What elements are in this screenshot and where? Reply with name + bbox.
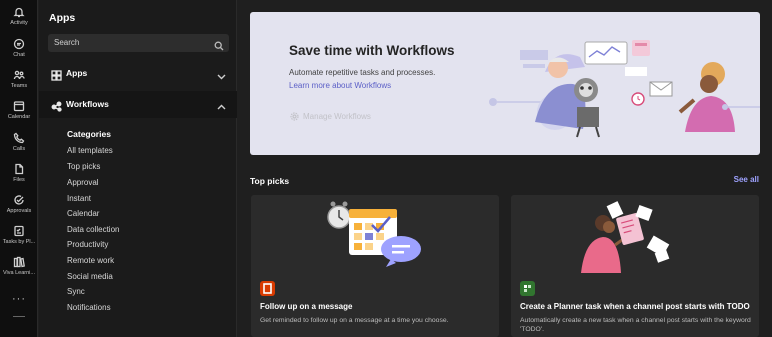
rail-item-calendar[interactable]: Calendar: [0, 100, 38, 130]
card-title: Follow up on a message: [260, 302, 353, 311]
category-instant[interactable]: Instant: [67, 194, 91, 203]
card-description: Automatically create a new task when a c…: [520, 317, 751, 333]
template-card-planner-todo[interactable]: Create a Planner task when a channel pos…: [511, 195, 759, 337]
category-top-picks[interactable]: Top picks: [67, 162, 100, 171]
search-input[interactable]: Search: [48, 34, 229, 52]
manage-workflows-button[interactable]: Manage Workflows: [290, 112, 371, 121]
category-all-templates[interactable]: All templates: [67, 146, 113, 155]
rail-item-tasks[interactable]: Tasks by Pl...: [0, 225, 38, 255]
hero-title: Save time with Workflows: [289, 43, 455, 58]
card-description: Get reminded to follow up on a message a…: [260, 317, 449, 324]
rail-label: Activity: [10, 20, 28, 26]
workflows-hero-banner: Save time with Workflows Automate repeti…: [250, 12, 760, 155]
category-sync[interactable]: Sync: [67, 287, 85, 296]
rail-label: Calls: [12, 146, 26, 152]
category-productivity[interactable]: Productivity: [67, 240, 108, 249]
section-label: Apps: [66, 68, 88, 78]
card-title: Create a Planner task when a channel pos…: [520, 302, 750, 311]
chevron-up-icon: [217, 99, 226, 110]
planner-icon: [520, 281, 535, 296]
category-calendar[interactable]: Calendar: [67, 209, 99, 218]
category-approval[interactable]: Approval: [67, 178, 99, 187]
rail-label: Teams: [10, 83, 28, 89]
section-workflows[interactable]: Workflows: [39, 91, 237, 118]
rail-label: Chat: [13, 52, 25, 58]
rail-label: Viva Learni...: [2, 270, 35, 276]
rail-label: Files: [13, 177, 25, 183]
category-remote-work[interactable]: Remote work: [67, 256, 114, 265]
rail-item-calls[interactable]: Calls: [0, 132, 38, 162]
workflows-icon: [51, 99, 62, 112]
rail-item-viva-learning[interactable]: Viva Learni...: [0, 256, 38, 286]
category-social-media[interactable]: Social media: [67, 272, 113, 281]
more-apps-icon[interactable]: ···: [0, 293, 38, 305]
calendar-icon: [13, 101, 25, 112]
categories-heading: Categories: [67, 129, 111, 139]
bell-icon: [13, 7, 25, 18]
clock-calendar-illustration: [327, 201, 421, 267]
see-all-link[interactable]: See all: [734, 175, 759, 184]
rail-item-approvals[interactable]: Approvals: [0, 194, 38, 224]
file-icon: [15, 163, 24, 175]
apps-panel: Apps Search Apps Workflows Categories Al…: [39, 0, 237, 337]
rail-label: Tasks by Pl...: [2, 239, 36, 245]
chat-icon: [13, 38, 25, 50]
gear-icon: [290, 112, 299, 121]
manage-workflows-label: Manage Workflows: [303, 112, 371, 121]
top-picks-heading: Top picks: [250, 176, 290, 186]
section-label: Workflows: [66, 99, 109, 109]
chevron-down-icon: [217, 68, 226, 80]
category-data-collection[interactable]: Data collection: [67, 225, 119, 234]
category-notifications[interactable]: Notifications: [67, 303, 111, 312]
learn-more-link[interactable]: Learn more about Workflows: [289, 81, 391, 90]
template-card-follow-up[interactable]: Follow up on a message Get reminded to f…: [251, 195, 499, 337]
section-apps[interactable]: Apps: [39, 60, 237, 87]
app-rail: Activity Chat Teams Calendar Calls Files…: [0, 0, 38, 337]
hero-subtitle: Automate repetitive tasks and processes.: [289, 68, 436, 77]
search-icon[interactable]: [214, 38, 224, 51]
tasks-icon: [14, 225, 24, 237]
teams-window: Activity Chat Teams Calendar Calls Files…: [0, 0, 772, 337]
workflows-illustration: [489, 40, 760, 138]
search-placeholder: Search: [54, 38, 80, 47]
books-icon: [13, 256, 25, 268]
teams-icon: [13, 70, 25, 80]
rail-item-teams[interactable]: Teams: [0, 69, 38, 99]
approvals-icon: [14, 195, 24, 205]
panel-title: Apps: [49, 12, 76, 24]
rail-item-chat[interactable]: Chat: [0, 38, 38, 68]
phone-icon: [13, 132, 25, 144]
rail-divider: [13, 316, 25, 317]
main-content: Save time with Workflows Automate repeti…: [238, 0, 772, 337]
rail-item-files[interactable]: Files: [0, 163, 38, 193]
rail-item-activity[interactable]: Activity: [0, 6, 38, 36]
rail-label: Calendar: [7, 114, 31, 120]
office-icon: [260, 281, 275, 296]
apps-grid-icon: [51, 68, 62, 81]
person-papers-illustration: [581, 201, 670, 273]
rail-label: Approvals: [6, 208, 32, 214]
